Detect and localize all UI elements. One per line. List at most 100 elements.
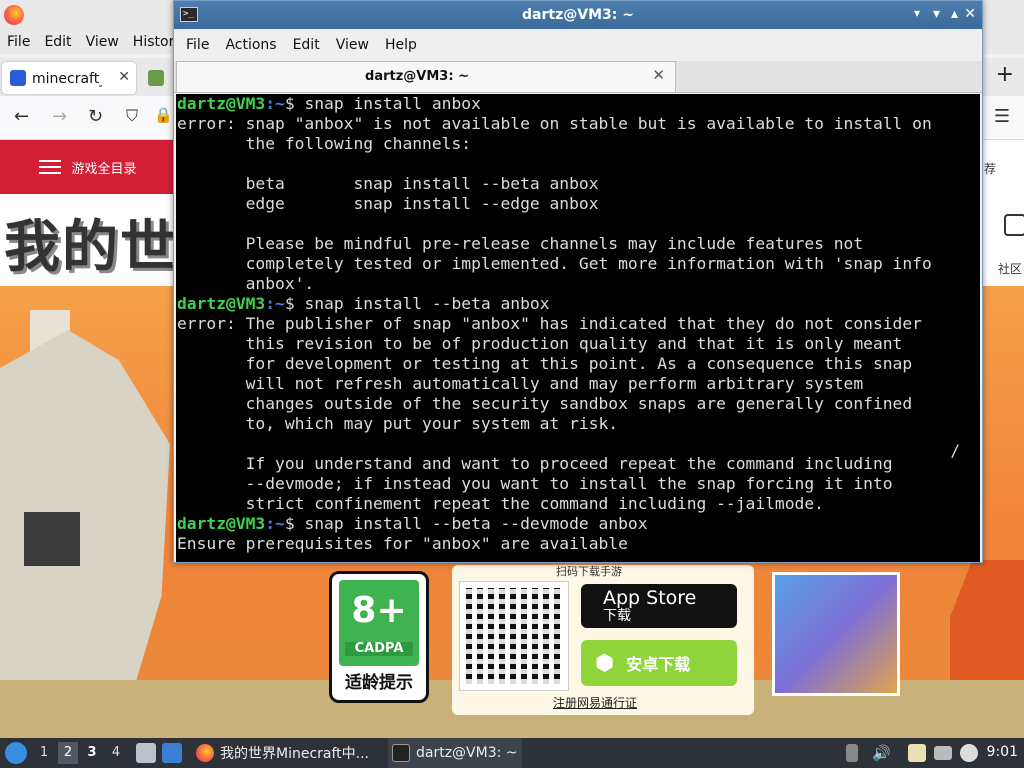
terminal-output-line: strict confinement repeat the command in… [177,494,824,513]
tab-close-icon[interactable]: ✕ [652,66,665,84]
app-store-label: App Store [603,587,697,609]
notification-icon[interactable] [960,744,978,762]
prompt-user: dartz@VM3 [177,294,266,313]
menu-actions[interactable]: Actions [217,37,284,53]
prompt-user: dartz@VM3 [177,514,266,533]
minimize-icon[interactable]: ▾ [933,6,940,22]
game-screenshot-thumb[interactable] [772,572,900,696]
prompt-path: :~ [265,94,285,113]
clock[interactable]: 9:01 [987,744,1018,760]
terminal-output-line: beta snap install --beta anbox [177,174,599,193]
register-link[interactable]: 注册网易通行证 [553,694,637,711]
scan-download-text: 扫码下载手游 [556,565,622,578]
taskbar-app-firefox[interactable]: 我的世界Minecraft中... [192,738,382,768]
community-label[interactable]: 社区 [998,260,1022,277]
maximize-icon[interactable]: ▴ [951,6,958,22]
age-rating: 8+ CADPA [339,580,419,666]
workspace-4[interactable]: 4 [106,742,126,764]
goat-eye-art [24,512,80,566]
menu-file[interactable]: File [178,37,217,53]
close-icon[interactable]: ✕ [964,6,976,22]
app-store-button[interactable]: App Store 下载 [581,584,737,628]
file-manager-icon[interactable] [136,743,156,763]
terminal-output-line: changes outside of the security sandbox … [177,394,913,413]
terminal-tab[interactable]: dartz@VM3: ~ ✕ [176,61,676,92]
terminal-output-line: Please be mindful pre-release channels m… [177,234,864,253]
age-value: 8+ [351,590,407,631]
terminal-output-line: completely tested or implemented. Get mo… [177,254,932,273]
menu-help[interactable]: Help [377,37,425,53]
forward-arrow-icon[interactable]: → [52,106,67,127]
firefox-tab-2[interactable] [140,62,176,94]
terminal-output-line: edge snap install --edge anbox [177,194,599,213]
new-tab-button[interactable]: + [996,62,1014,87]
cadpa-age-badge[interactable]: 8+ CADPA 适龄提示 [329,571,429,703]
lock-icon[interactable]: 🔒 [154,106,173,124]
firefox-icon [196,744,214,762]
app-store-sublabel: 下载 [603,608,631,624]
reload-icon[interactable]: ↻ [88,106,103,127]
network-icon[interactable] [934,746,952,760]
menu-view[interactable]: View [328,37,377,53]
terminal-output-line: error: snap "anbox" is not available on … [177,114,932,133]
terminal-window[interactable]: >_ dartz@VM3: ~ ▾ ▾ ▴ ✕ File Actions Edi… [173,0,983,563]
nav-recommend-fragment[interactable]: 荐 [984,160,996,177]
firefox-menu-edit[interactable]: Edit [37,34,78,50]
command-text: $ snap install anbox [284,94,481,113]
terminal-output-line: to, which may put your system at risk. [177,414,619,433]
terminal-output-line: Ensure prerequisites for "anbox" are ava… [177,534,628,553]
firefox-icon [4,5,24,25]
minecraft-logo[interactable]: 我的世 [4,202,178,283]
taskbar-app-label: dartz@VM3: ~ [416,745,518,761]
shield-icon[interactable]: ⛉ [126,106,138,126]
firefox-menu-view[interactable]: View [79,34,126,50]
terminal-icon [392,744,410,762]
terminal-menubar: File Actions Edit View Help [174,29,982,61]
back-arrow-icon[interactable]: ← [14,106,29,127]
terminal-output-line: will not refresh automatically and may p… [177,374,864,393]
workspace-2[interactable]: 2 [58,742,78,764]
terminal-output-line: error: The publisher of snap "anbox" has… [177,314,922,333]
community-chat-icon[interactable] [1004,214,1024,236]
terminal-output-line: --devmode; if instead you want to instal… [177,474,893,493]
hamburger-menu-icon[interactable]: ☰ [994,106,1010,127]
all-games-button[interactable]: 游戏全目录 [0,140,176,194]
prompt-path: :~ [265,514,285,533]
volume-icon[interactable]: 🔊 [872,744,891,762]
firefox-menu-file[interactable]: File [0,34,37,50]
baidu-paw-icon [10,70,26,86]
terminal-output-line: If you understand and want to proceed re… [177,454,893,473]
scroll-indicator-icon[interactable] [846,744,858,762]
terminal-title: dartz@VM3: ~ [522,7,634,23]
taskbar: 1 2 3 4 我的世界Minecraft中... dartz@VM3: ~ 🔊… [0,738,1024,768]
show-desktop-icon[interactable] [162,743,182,763]
taskbar-app-label: 我的世界Minecraft中... [220,746,370,762]
terminal-output-line: anbox'. [177,274,315,293]
command-text: $ snap install --beta --devmode anbox [284,514,648,533]
qr-code [459,581,569,691]
terminal-output-line: for development or testing at this point… [177,354,913,373]
clipboard-icon[interactable] [908,744,926,762]
all-games-label: 游戏全目录 [71,161,137,177]
age-hint-label: 适龄提示 [345,673,413,693]
tab-close-icon[interactable]: ✕ [118,69,130,85]
progress-spinner: / [950,441,960,460]
app-menu-icon[interactable] [5,742,27,764]
android-download-button[interactable]: ⬢ 安卓下载 [581,640,737,686]
workspace-3[interactable]: 3 [82,742,102,764]
keep-above-icon[interactable]: ▾ [914,6,920,20]
command-text: $ snap install --beta anbox [284,294,550,313]
cadpa-org: CADPA [345,642,413,656]
minecraft-favicon-icon [148,70,164,86]
tab-label: minecraft_百 [32,71,102,87]
prompt-user: dartz@VM3 [177,94,266,113]
terminal-output-line: the following channels: [177,134,472,153]
menu-edit[interactable]: Edit [285,37,328,53]
terminal-output[interactable]: dartz@VM3:~$ snap install anbox error: sn… [176,94,980,562]
terminal-titlebar[interactable]: >_ dartz@VM3: ~ ▾ ▾ ▴ ✕ [174,1,982,29]
firefox-tab-minecraft[interactable]: minecraft_百 ✕ [2,62,136,94]
taskbar-app-terminal[interactable]: dartz@VM3: ~ [388,738,522,768]
workspace-1[interactable]: 1 [34,742,54,764]
